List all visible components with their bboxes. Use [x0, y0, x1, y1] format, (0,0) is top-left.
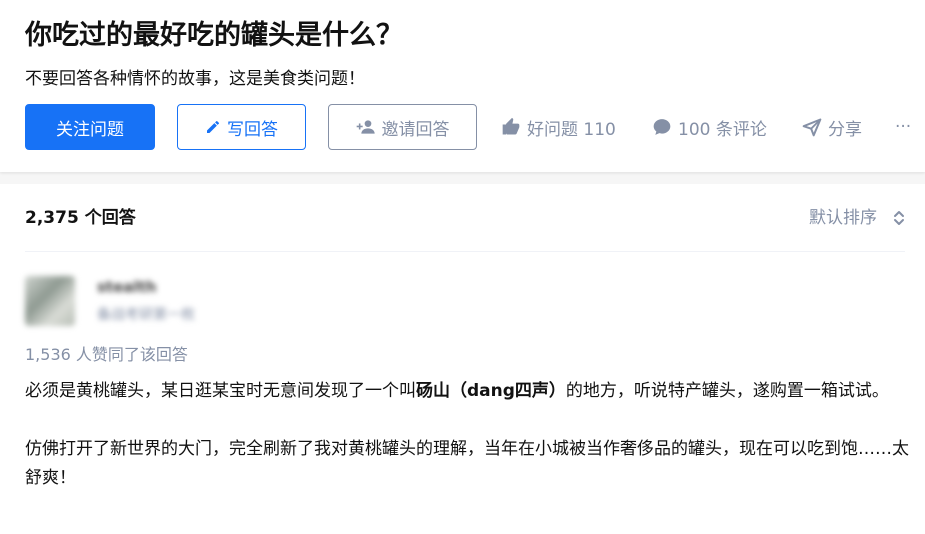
invite-label: 邀请回答	[381, 119, 450, 140]
answer-paragraph-1: 必须是黄桃罐头，某日逛某宝时无意间发现了一个叫砀山（dang四声）的地方，听说特…	[25, 381, 889, 401]
comment-icon	[653, 119, 671, 135]
follow-question-button[interactable]: 关注问题	[25, 104, 155, 150]
share-label: 分享	[828, 119, 862, 140]
good-question-button[interactable]: 好问题 110	[501, 104, 616, 150]
write-answer-button[interactable]: 写回答	[177, 104, 306, 150]
answer-paragraph-2: 仿佛打开了新世界的大门，完全刷新了我对黄桃罐头的理解，当年在小城被当作奢侈品的罐…	[25, 439, 909, 488]
add-user-icon	[356, 120, 375, 134]
answer-author: stealth 备战考研第一枚	[25, 274, 325, 329]
author-bio: 备战考研第一枚	[97, 307, 195, 323]
comments-label: 100 条评论	[678, 119, 767, 140]
invite-answer-button[interactable]: 邀请回答	[328, 104, 477, 150]
sort-label: 默认排序	[809, 208, 877, 228]
author-name[interactable]: stealth	[97, 278, 156, 296]
thumb-up-icon	[502, 117, 520, 135]
answers-list: 2,375 个回答 默认排序 stealth 备战考研第一枚 1,536 人赞同…	[0, 184, 925, 534]
comments-button[interactable]: 100 条评论	[652, 104, 767, 150]
answer-likes: 1,536 人赞同了该回答	[25, 345, 188, 364]
answer-content: 必须是黄桃罐头，某日逛某宝时无意间发现了一个叫砀山（dang四声）的地方，听说特…	[25, 377, 910, 522]
sort-icon	[894, 211, 904, 225]
question-title[interactable]: 你吃过的最好吃的罐头是什么？	[25, 16, 403, 56]
share-button[interactable]: 分享	[802, 104, 862, 150]
answers-header: 2,375 个回答 默认排序	[25, 184, 905, 252]
good-question-label: 好问题 110	[527, 119, 616, 140]
more-label: ···	[895, 117, 912, 137]
follow-label: 关注问题	[56, 119, 124, 140]
share-icon	[802, 118, 822, 137]
write-label: 写回答	[227, 119, 278, 140]
pencil-icon	[207, 121, 219, 133]
sort-dropdown[interactable]: 默认排序	[809, 205, 905, 231]
question-header: 你吃过的最好吃的罐头是什么？ 不要回答各种情怀的故事，这是美食类问题！ 关注问题…	[0, 0, 925, 172]
avatar[interactable]	[25, 276, 75, 326]
answer-count: 2,375 个回答	[25, 208, 136, 228]
more-icon[interactable]: ···	[895, 104, 911, 150]
question-description: 不要回答各种情怀的故事，这是美食类问题！	[25, 69, 365, 89]
bold-text: 砀山（dang四声）	[416, 381, 566, 401]
